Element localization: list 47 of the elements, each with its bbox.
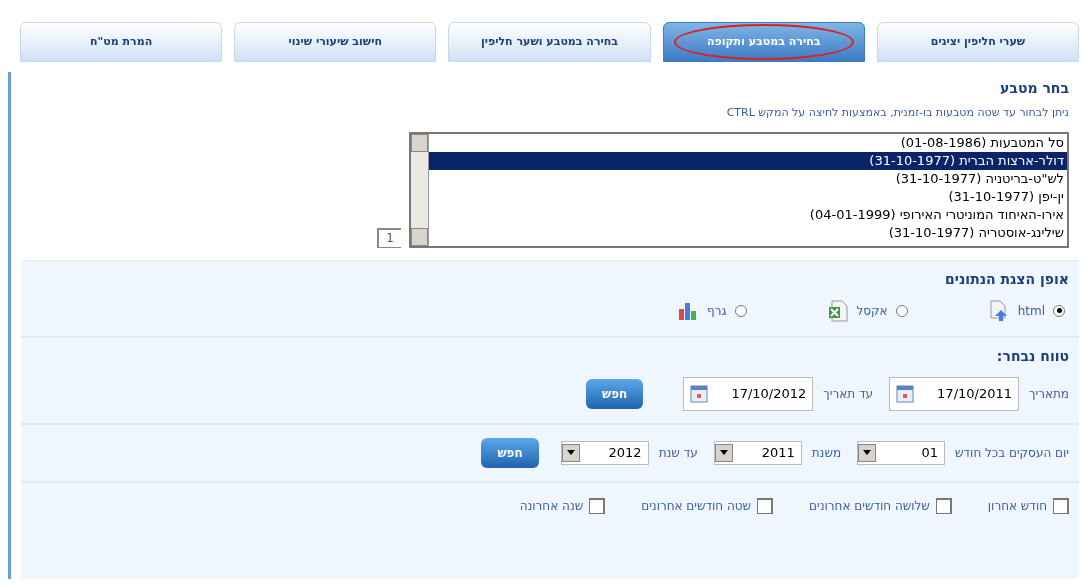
checkbox-label: שטה חודשים אחרונים	[641, 497, 752, 515]
radio-button[interactable]	[1053, 304, 1065, 317]
field-label: מתאריך	[1029, 385, 1069, 403]
list-option[interactable]: סל המטבעות (01-08-1986)	[429, 133, 1067, 152]
search-button[interactable]: חפש	[586, 378, 644, 409]
field-label: יום העסקים בכל חודש	[955, 444, 1069, 462]
hint-text: ניתן לבחור עד שטה מטבעות בו-זמנית, באמצעות לחיצה על המקש CTRL	[725, 105, 1069, 121]
radio-button[interactable]	[895, 304, 908, 317]
radio-button[interactable]	[734, 304, 747, 317]
option-label: אקסל	[856, 302, 888, 320]
list-option[interactable]: לש"ט-בריטניה (31-10-1977)	[429, 169, 1067, 188]
tab[interactable]: חישוב שיעורי שינוי	[234, 22, 437, 62]
checkbox-label: חודש אחרון	[987, 497, 1047, 515]
field-label: עד שנת	[658, 444, 698, 462]
tab[interactable]: שערי חליפין יציגים	[876, 22, 1079, 62]
calendar-icon[interactable]	[690, 384, 709, 403]
section-title: טווח נבחר:	[995, 346, 1069, 366]
currency-listbox[interactable]: סל המטבעות (01-08-1986) דולר-ארצות הברית (31-10-1977) לש"ט-בריטניה (31-10-1977) ין-יפן (31-10-1977) אירו-האיחוד המוניטרי האירופי (04-01-1999) שילינג-אוסטריה (31-10-1977)	[409, 131, 1069, 248]
list-option[interactable]: שילינג-אוסטריה (31-10-1977)	[429, 223, 1067, 242]
list-option[interactable]: דולר-ארצות הברית (31-10-1977)	[429, 151, 1067, 170]
field-label: משנת	[811, 444, 842, 462]
checkbox[interactable]	[935, 497, 952, 514]
date-field[interactable]: 17/10/2011	[889, 376, 1020, 411]
calendar-icon[interactable]	[896, 384, 915, 403]
list-option[interactable]: אירו-האיחוד המוניטרי האירופי (04-01-1999)	[429, 205, 1067, 224]
checkbox[interactable]	[1053, 497, 1069, 514]
tab[interactable]: המרת מט"ח	[20, 22, 223, 62]
tab[interactable]: בחירה במטבע ושער חליפין	[448, 22, 651, 62]
search-button[interactable]: חפש	[481, 437, 539, 468]
count-field[interactable]: 1	[377, 227, 401, 248]
section-title: בחר מטבע	[999, 79, 1069, 98]
scrollbar[interactable]	[411, 133, 429, 246]
checkbox[interactable]	[757, 497, 774, 514]
checkbox[interactable]	[589, 497, 606, 514]
year-select[interactable]: 2011	[713, 440, 802, 465]
document-upload-icon	[987, 299, 1010, 322]
day-select[interactable]: 01	[857, 440, 946, 465]
spreadsheet-icon	[826, 299, 849, 322]
year-select[interactable]: 2012	[560, 440, 649, 465]
option-label: html	[1017, 302, 1045, 320]
section-title: אופן הצגת הנתונים	[944, 269, 1069, 289]
date-field[interactable]: 17/10/2012	[683, 376, 814, 411]
checkbox-label: שלושה חודשים אחרונים	[809, 497, 930, 515]
option-label: גרף	[707, 302, 727, 320]
field-label: עד תאריך	[823, 385, 874, 403]
checkbox-label: שנה אחרונה	[519, 497, 584, 515]
list-option[interactable]: ין-יפן (31-10-1977)	[429, 187, 1067, 206]
